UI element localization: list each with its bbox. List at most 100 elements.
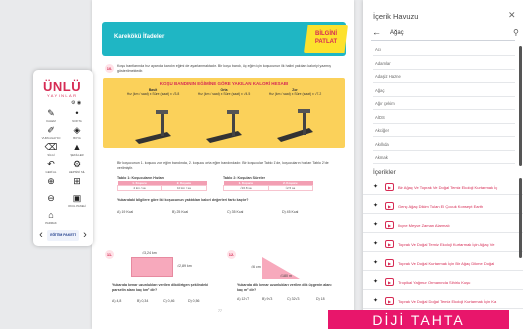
suggestion-item[interactable]: AİDS bbox=[373, 112, 515, 124]
content-row[interactable]: ✦ ▶ Toprak Ve Doğal Doğal Temiz Ekoloji Ku… bbox=[363, 294, 523, 309]
table-cell: 10 km / sa bbox=[160, 185, 208, 191]
choice-b[interactable]: B) 0,34 bbox=[137, 299, 148, 303]
tool-label: GERİ AL bbox=[45, 170, 57, 174]
choice-d[interactable]: D) 45 Kcal bbox=[282, 210, 298, 214]
tool-label: BOYA bbox=[73, 136, 81, 140]
video-play-icon[interactable]: ▶ bbox=[385, 202, 394, 210]
close-icon[interactable]: ✕ bbox=[508, 10, 516, 21]
hand-tool[interactable]: ⌂ PARMAK bbox=[39, 210, 63, 230]
treadmill-infographic: KOŞU BANDININ EĞİMİNE GÖRE YAKILAN KALOR… bbox=[103, 78, 345, 148]
pin-icon[interactable]: ✦ bbox=[373, 259, 378, 266]
video-play-icon[interactable]: ▶ bbox=[385, 240, 394, 248]
rect-top-label: √3,24 km bbox=[142, 251, 157, 255]
section-banner: Karekökü İfadeler BİLGİNİ PATLAT bbox=[102, 22, 348, 56]
table2: 1. Koşucu 2. Koşucu √16.8 sa √2.5 sa bbox=[223, 181, 313, 191]
video-play-icon[interactable]: ▶ bbox=[385, 183, 394, 191]
content-row[interactable]: ✦ ▶ Toprak Ve Doğal Kurtarmak İçin Bir Ağa… bbox=[363, 256, 523, 271]
content-title: Toprak Ve Doğal Doğal Temiz Ekoloji Kurt… bbox=[398, 299, 497, 304]
tool-label: PARMAK bbox=[45, 221, 57, 225]
next-page-icon[interactable]: › bbox=[81, 229, 89, 242]
dot-icon: • bbox=[75, 108, 79, 118]
panel-title: İçerik Havuzu bbox=[373, 12, 419, 21]
suggestions-scrollbar[interactable] bbox=[519, 46, 522, 166]
search-input[interactable]: Ağaç bbox=[390, 30, 404, 36]
content-title: Tropikal Yağmur Ormanında Sihirlu Kuşu bbox=[398, 280, 471, 285]
choice-c[interactable]: C) 0,46 bbox=[163, 299, 174, 303]
video-play-icon[interactable]: ▶ bbox=[385, 221, 394, 229]
grid-icon: ⊞ bbox=[73, 176, 81, 186]
drawing-toolbar: ÜNLÜ YAYINLAR ⚙ ◉ ✎ KALEM • NOKTA ✐ VURGULAYI… bbox=[33, 70, 93, 246]
eraser-icon: ⌫ bbox=[44, 142, 58, 152]
content-pool-panel: İçerik Havuzu ✕ ← Ağaç ⚲ Acı Adamlar Adaşi… bbox=[363, 0, 523, 329]
tool-label: VURGULAYICI bbox=[41, 136, 61, 140]
fill-icon: ◈ bbox=[73, 125, 81, 135]
overlay-text: DİJİ TAHTA bbox=[372, 312, 465, 328]
choice-d[interactable]: D) 0,56 bbox=[188, 299, 199, 303]
video-play-icon[interactable]: ▶ bbox=[385, 259, 394, 267]
book-page: Karekökü İfadeler BİLGİNİ PATLAT 10. Koş… bbox=[92, 0, 354, 329]
suggestion-item[interactable]: Ağır çekim bbox=[373, 98, 515, 110]
pin-icon[interactable]: ✦ bbox=[373, 240, 378, 247]
video-play-icon[interactable]: ▶ bbox=[385, 278, 394, 286]
choice-d[interactable]: D) 18 bbox=[316, 297, 325, 301]
suggestion-item[interactable]: Adamlar bbox=[373, 58, 515, 70]
pin-icon[interactable]: ✦ bbox=[373, 183, 378, 190]
question-prompt: Yukarıda dik kenar uzunlukları verilen d… bbox=[237, 283, 332, 292]
pen-icon: ✎ bbox=[47, 108, 55, 118]
content-row[interactable]: ✦ ▶ Bir Ağaç Ve Toprak Ve Doğal Temiz Ekol… bbox=[363, 180, 523, 195]
choice-b[interactable]: B) 9√3 bbox=[262, 297, 272, 301]
back-arrow-icon[interactable]: ← bbox=[372, 27, 381, 37]
pin-icon[interactable]: ✦ bbox=[373, 278, 378, 285]
tool-label: ŞEKİLLER bbox=[70, 153, 84, 157]
tool-label: HEPSİNİ SİL bbox=[68, 170, 86, 174]
prev-page-icon[interactable]: ‹ bbox=[37, 229, 45, 242]
choice-b[interactable]: B) 25 Kcal bbox=[172, 210, 188, 214]
page-navigation: ‹ EĞİTİM PAKETİ › bbox=[37, 229, 89, 242]
treadmill-zor: Zor Hız (km / saat) x Süre (saat) x √7.2 bbox=[265, 88, 325, 96]
board-tool[interactable]: ▣ OKUL PANELİ bbox=[65, 193, 89, 213]
undo-icon: ↶ bbox=[47, 159, 55, 169]
hand-icon: ⌂ bbox=[48, 210, 54, 220]
table-cell: √16.8 sa bbox=[223, 185, 269, 191]
badge-line1: BİLGİNİ bbox=[315, 31, 337, 37]
table1: 1. Koşucu 2. Koşucu 4 km / sa 10 km / sa bbox=[117, 181, 208, 191]
suggestion-item[interactable]: Acı bbox=[373, 44, 515, 56]
rectangle-figure bbox=[131, 257, 173, 277]
suggestion-item[interactable]: Akciğer bbox=[373, 125, 515, 137]
suggestion-item[interactable]: Ağaç bbox=[373, 85, 515, 97]
rect-side-label: √2,89 km bbox=[177, 264, 192, 268]
page-number: 77 bbox=[218, 309, 222, 313]
choice-a[interactable]: A) 12√7 bbox=[237, 297, 249, 301]
choice-c[interactable]: C) 35 Kcal bbox=[227, 210, 243, 214]
video-play-icon[interactable]: ▶ bbox=[385, 297, 394, 305]
question-number: 12. bbox=[227, 250, 236, 259]
tri-base-label: √180 m bbox=[280, 274, 292, 278]
zoom-out-icon: ⊖ bbox=[47, 193, 55, 203]
badge-line2: PATLAT bbox=[314, 39, 338, 45]
pin-icon[interactable]: ✦ bbox=[373, 297, 378, 304]
settings-icon[interactable]: ⚙ ◉ bbox=[71, 100, 81, 106]
tool-label: OKUL PANELİ bbox=[67, 204, 87, 208]
bilgini-patlat-badge: BİLGİNİ PATLAT bbox=[304, 25, 348, 53]
treadmill-basit: Basit Hız (km / saat) x Süre (saat) x √3… bbox=[123, 88, 183, 96]
content-row[interactable]: ✦ ▶ Toprak Ve Doğal Temiz Ekoloji Kurtarma… bbox=[363, 237, 523, 252]
content-title: Toprak Ve Doğal Kurtarmak İçin Bir Ağaç … bbox=[398, 261, 495, 266]
table-cell: 4 km / sa bbox=[117, 185, 162, 191]
pin-icon[interactable]: ✦ bbox=[373, 202, 378, 209]
choice-c[interactable]: C) 32√3 bbox=[287, 297, 299, 301]
table-cell: √2.5 sa bbox=[267, 185, 313, 191]
question-description: Bir koşucunun 1. koşucu zor eğim bandınd… bbox=[117, 161, 329, 170]
contents-scrollbar[interactable] bbox=[519, 178, 522, 258]
choice-a[interactable]: A) 4,8 bbox=[112, 299, 121, 303]
content-row[interactable]: ✦ ▶ Genç Ağaç Dikim Tulan El Çocuk Konsept… bbox=[363, 199, 523, 214]
content-row[interactable]: ✦ ▶ Tropikal Yağmur Ormanında Sihirlu Kuşu bbox=[363, 275, 523, 290]
suggestion-item[interactable]: Adaşiz Hazne bbox=[373, 71, 515, 83]
content-title: Genç Ağaç Dikim Tulan El Çocuk Konsept E… bbox=[398, 204, 484, 209]
suggestion-item[interactable]: Akıllıda bbox=[373, 139, 515, 151]
pin-icon[interactable]: ✦ bbox=[373, 221, 378, 228]
choice-a[interactable]: A) 19 Kcal bbox=[117, 210, 133, 214]
content-row[interactable]: ✦ ▶ Ilıçne Meyve Zaman Alarmalı bbox=[363, 218, 523, 233]
search-icon[interactable]: ⚲ bbox=[513, 28, 519, 37]
contents-heading: İçerikler bbox=[373, 169, 396, 176]
suggestion-item[interactable]: Akmak bbox=[373, 152, 515, 164]
